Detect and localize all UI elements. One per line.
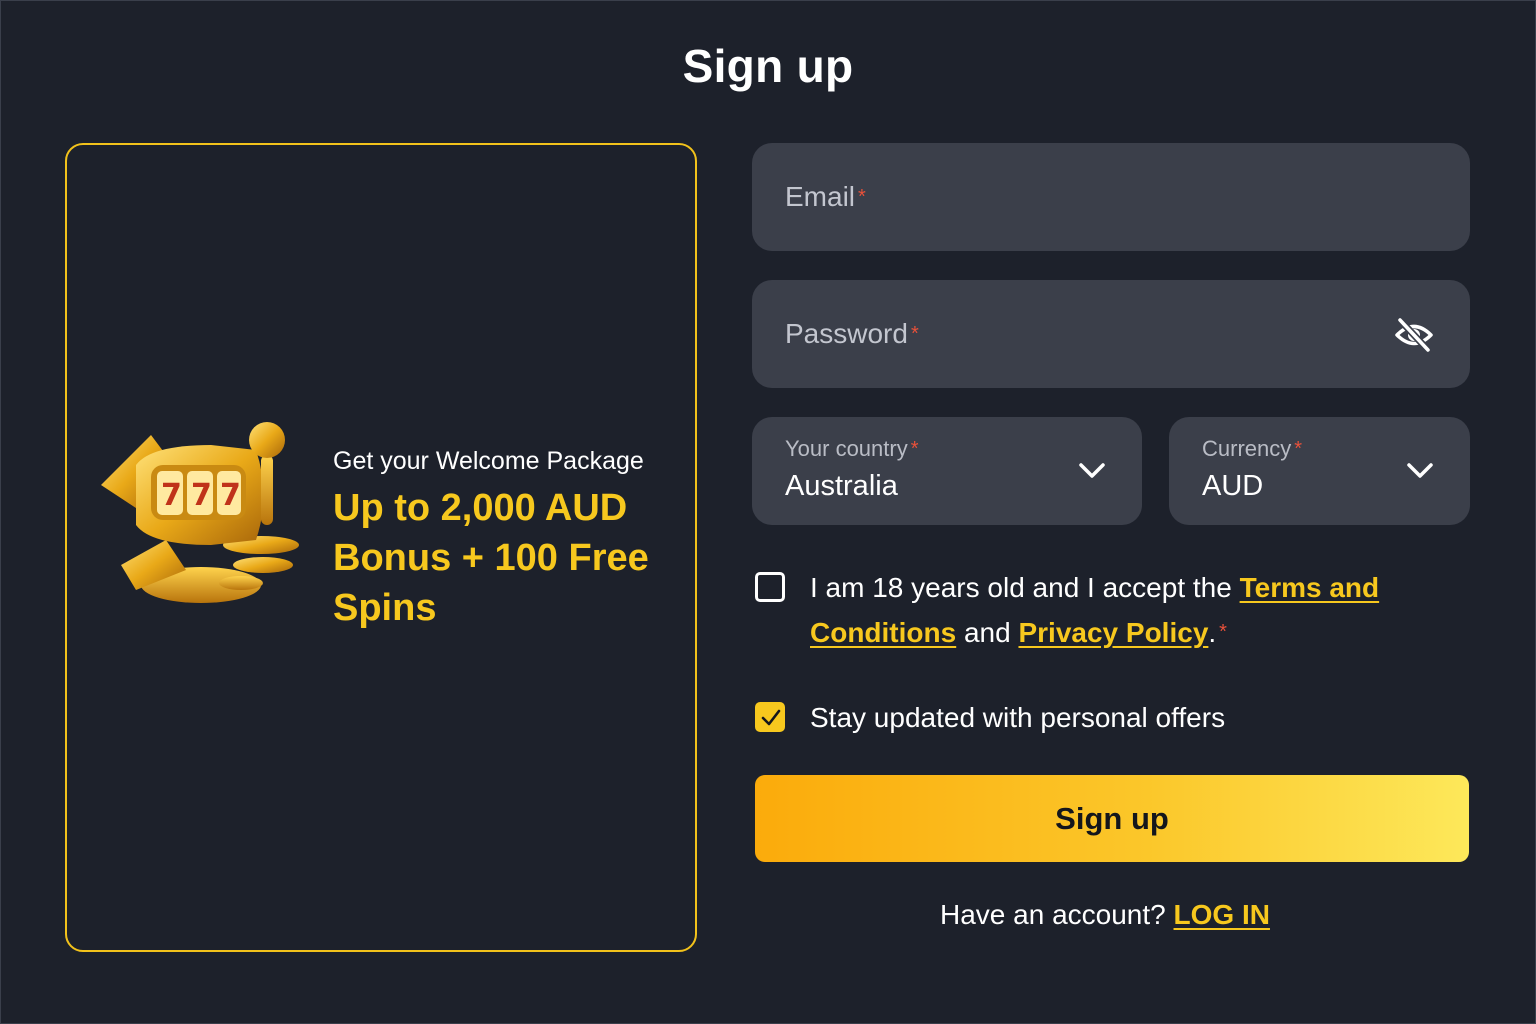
currency-select[interactable]: Currency * AUD — [1169, 417, 1470, 525]
country-value: Australia — [785, 470, 898, 502]
welcome-promo-card: 7 7 7 Get your Welcome Package Up to 2,0… — [65, 143, 697, 952]
privacy-policy-link[interactable]: Privacy Policy — [1018, 617, 1208, 648]
chevron-down-icon — [1077, 457, 1107, 485]
eye-off-icon[interactable] — [1394, 316, 1434, 354]
page-title: Sign up — [682, 40, 854, 92]
promo-offer: Up to 2,000 AUD Bonus + 100 Free Spins — [333, 487, 649, 629]
sign-up-button[interactable]: Sign up — [755, 775, 1469, 862]
offers-checkbox[interactable] — [755, 702, 785, 732]
required-mark: * — [858, 186, 866, 208]
password-field[interactable]: Password * — [752, 280, 1470, 388]
golden-slot-machine-icon: 7 7 7 — [91, 415, 306, 615]
required-mark: * — [1219, 621, 1227, 643]
email-placeholder: Email * — [785, 181, 866, 212]
login-prompt: Have an account? LOG IN — [755, 895, 1455, 935]
currency-value: AUD — [1202, 470, 1264, 502]
svg-text:7: 7 — [191, 478, 212, 513]
email-field[interactable]: Email * — [752, 143, 1470, 251]
required-mark: * — [910, 323, 919, 345]
checkmark-icon — [761, 709, 781, 726]
login-prompt-text: Have an account? — [940, 899, 1166, 930]
offers-text: Stay updated with personal offers — [810, 702, 1226, 733]
promo-subtitle: Get your Welcome Package — [333, 447, 644, 475]
promo-text: Get your Welcome Package Up to 2,000 AUD… — [333, 445, 683, 633]
country-label: Your country * — [785, 436, 919, 461]
svg-text:7: 7 — [220, 478, 241, 513]
country-select[interactable]: Your country * Australia — [752, 417, 1142, 525]
terms-checkbox[interactable] — [755, 572, 785, 602]
chevron-down-icon — [1405, 457, 1435, 485]
terms-text: I am 18 years old and I accept the Terms… — [810, 572, 1380, 648]
password-placeholder: Password * — [785, 318, 919, 349]
login-link[interactable]: LOG IN — [1174, 899, 1270, 930]
svg-text:7: 7 — [161, 478, 182, 513]
currency-label: Currency * — [1202, 436, 1303, 461]
required-mark: * — [910, 438, 919, 460]
required-mark: * — [1294, 438, 1303, 460]
